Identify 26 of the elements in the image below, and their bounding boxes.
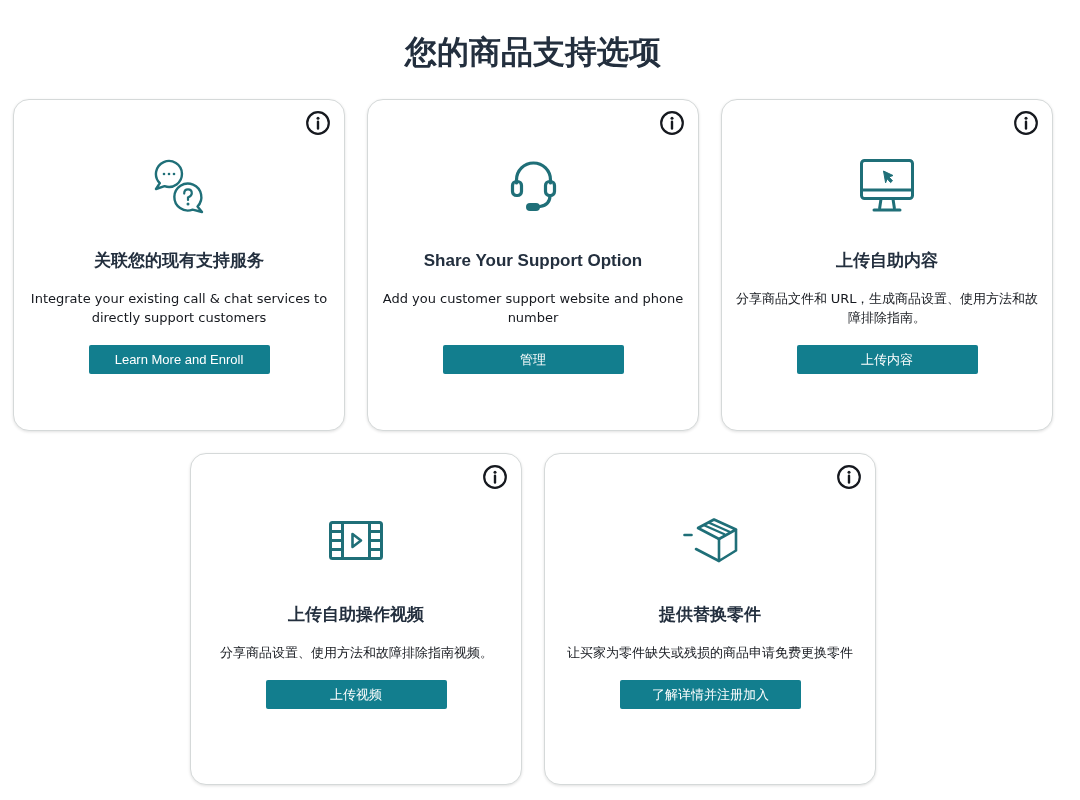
card-description: Integrate your existing call & chat services to directly support customers: [29, 290, 329, 327]
info-icon[interactable]: [483, 465, 507, 489]
card-action-button[interactable]: 管理: [442, 345, 624, 374]
monitor-cursor-icon: [860, 159, 914, 213]
card-description: 分享商品设置、使用方法和故障排除指南视频。: [218, 644, 494, 662]
card-title: 关联您的现有支持服务: [93, 250, 265, 272]
card-action-button[interactable]: 上传内容: [796, 345, 978, 374]
info-icon[interactable]: [306, 111, 330, 135]
card-title: Share Your Support Option: [422, 250, 644, 272]
card-title: 上传自助内容: [835, 250, 939, 272]
card-title: 提供替换零件: [657, 604, 762, 626]
box-icon: [682, 517, 738, 563]
headset-icon: [509, 158, 557, 214]
page-title: 您的商品支持选项: [403, 33, 662, 72]
card-description: 让买家为零件缺失或残损的商品申请免费更换零件: [566, 644, 854, 662]
film-play-icon: [329, 520, 383, 560]
card-action-button[interactable]: 上传视频: [265, 680, 447, 709]
info-icon[interactable]: [1014, 111, 1038, 135]
card-description: 分享商品文件和 URL，生成商品设置、使用方法和故障排除指南。: [734, 290, 1040, 327]
info-icon[interactable]: [837, 465, 861, 489]
card-title: 上传自助操作视频: [287, 604, 425, 626]
info-icon[interactable]: [660, 111, 684, 135]
card-description: Add you customer support website and phone number: [381, 290, 685, 327]
chat-bubbles-icon: [153, 158, 205, 214]
card-action-button[interactable]: Learn More and Enroll: [88, 345, 270, 374]
card-action-button[interactable]: 了解详情并注册加入: [619, 680, 801, 709]
